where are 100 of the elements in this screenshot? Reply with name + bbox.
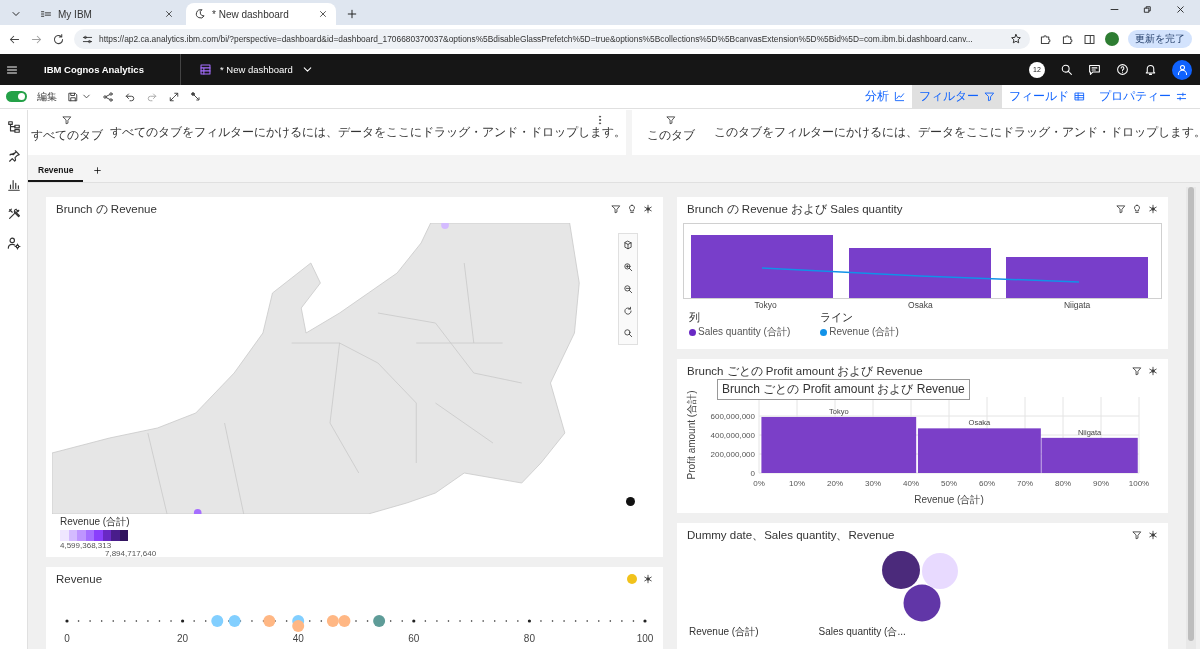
- x-tick-label: 50%: [941, 479, 957, 488]
- widget-title: Brunch の Revenue および Sales quantity: [687, 201, 904, 217]
- filter-icon[interactable]: [1116, 204, 1126, 214]
- filter-icon[interactable]: [1132, 366, 1142, 376]
- asterisk-icon[interactable]: [643, 204, 653, 214]
- undo-icon[interactable]: [124, 90, 136, 103]
- close-icon[interactable]: [318, 9, 328, 19]
- widget-title: Brunch ごとの Profit amount および Revenue: [687, 363, 924, 379]
- panel-tab[interactable]: フィールド: [1002, 85, 1092, 108]
- tools-icon[interactable]: [6, 207, 21, 221]
- new-tab-icon[interactable]: [346, 8, 358, 20]
- filter-scope: すべてのタブ: [31, 127, 103, 144]
- widget-title: Brunch の Revenue: [56, 201, 158, 217]
- save-icon[interactable]: [67, 90, 79, 103]
- reset-icon[interactable]: [623, 306, 633, 316]
- update-button[interactable]: 更新を完了: [1128, 30, 1192, 48]
- lightbulb-icon[interactable]: [1132, 204, 1142, 214]
- side-panel-icon[interactable]: [1083, 32, 1096, 46]
- combo-chart-drawing[interactable]: [683, 223, 1162, 299]
- filter-drop-zone[interactable]: このタブ このタブをフィルターにかけるには、データをここにドラッグ・アンド・ドロップします。: [632, 110, 1200, 155]
- search-icon[interactable]: [623, 328, 633, 338]
- axis-label: 40: [292, 633, 304, 644]
- filter-hint: すべてのタブをフィルターにかけるには、データをここにドラッグ・アンド・ドロップします。: [109, 124, 626, 141]
- user-avatar[interactable]: [1172, 59, 1192, 80]
- axis-label: 20: [177, 633, 189, 644]
- dashboard-icon: [198, 63, 212, 76]
- profile-avatar[interactable]: [1105, 32, 1119, 46]
- browser-tab[interactable]: My IBM: [32, 3, 182, 25]
- close-icon[interactable]: [1175, 4, 1186, 15]
- asterisk-icon[interactable]: [643, 574, 653, 584]
- browser-tab[interactable]: * New dashboard: [186, 3, 336, 25]
- x-tick-label: 100%: [1128, 479, 1150, 488]
- search-icon[interactable]: [1060, 63, 1073, 76]
- widget-title: Revenue: [56, 573, 104, 585]
- x-tick-label: 70%: [1017, 479, 1033, 488]
- legend-label: Revenue (合計): [689, 625, 759, 639]
- asterisk-icon[interactable]: [1148, 366, 1158, 376]
- dashboard-title[interactable]: * New dashboard: [219, 64, 293, 75]
- extension-icon[interactable]: [1039, 32, 1052, 46]
- bell-icon[interactable]: [1144, 63, 1157, 76]
- menu-icon[interactable]: [6, 63, 18, 76]
- legend-item[interactable]: Revenue (合計): [820, 325, 899, 339]
- panel-tab[interactable]: フィルター: [912, 85, 1002, 108]
- filter-scope: このタブ: [647, 127, 695, 144]
- x-axis-title: Revenue (合計): [914, 494, 984, 505]
- edit-toggle[interactable]: [6, 91, 27, 102]
- tooltip: Brunch ごとの Profit amount および Revenue: [717, 379, 970, 400]
- bar[interactable]: [761, 416, 917, 473]
- scrollbar[interactable]: [1186, 187, 1196, 649]
- add-tab-icon[interactable]: [93, 166, 103, 175]
- restore-icon[interactable]: [1142, 4, 1153, 15]
- y-axis-title: Profit amount (合計): [686, 390, 697, 480]
- site-settings-icon[interactable]: [82, 33, 93, 45]
- x-tick-label: 60%: [979, 479, 995, 488]
- filter-hint: このタブをフィルターにかけるには、データをここにドラッグ・アンド・ドロップします。: [713, 124, 1200, 141]
- chart-icon: [894, 91, 905, 102]
- legend-heading: 列: [689, 311, 701, 325]
- x-tick-label: 0%: [753, 479, 765, 488]
- share-icon[interactable]: [102, 90, 114, 103]
- help-icon[interactable]: [1116, 63, 1129, 76]
- filter-drop-zone[interactable]: すべてのタブ すべてのタブをフィルターにかけるには、データをここにドラッグ・アンド・ドロップします。: [28, 110, 626, 155]
- bar-chart-icon[interactable]: [6, 178, 21, 192]
- bubble-chart-drawing[interactable]: [881, 551, 961, 623]
- filter-icon[interactable]: [1132, 530, 1142, 540]
- lightbulb-icon[interactable]: [627, 204, 637, 214]
- axis-label: 80: [523, 633, 535, 644]
- bar[interactable]: [1041, 437, 1138, 473]
- x-tick-label: 90%: [1093, 479, 1109, 488]
- expand-icon[interactable]: [168, 90, 180, 103]
- reload-icon[interactable]: [52, 32, 65, 46]
- address-bar[interactable]: https://ap2.ca.analytics.ibm.com/bi/?perspective=dashboard&id=dashboard_1706680370037&options%5BdisableGlassPrefetch%5D=true&options%5Bcollections%5D%5BcanvasExtension%5D%5Bid%5D=com.ibm.bi.dashboard.canv...: [74, 29, 1030, 49]
- legend-heading: ライン: [820, 311, 855, 325]
- zoom-out-icon[interactable]: [623, 284, 633, 294]
- y-tick-label: 600,000,000: [710, 412, 755, 421]
- filter-icon[interactable]: [611, 204, 621, 214]
- user-settings-icon[interactable]: [6, 236, 21, 250]
- edit-label: 編集: [37, 89, 57, 104]
- zoom-in-icon[interactable]: [623, 262, 633, 272]
- panel-tab[interactable]: プロパティー: [1092, 85, 1194, 108]
- user-icon: [1175, 63, 1189, 76]
- asterisk-icon[interactable]: [1148, 204, 1158, 214]
- hierarchy-icon[interactable]: [6, 120, 21, 134]
- legend-min: 4,599,368,313: [60, 542, 113, 551]
- info-icon[interactable]: [626, 497, 635, 506]
- category-label: Osaka: [908, 300, 933, 310]
- legend-item[interactable]: Sales quantity (合計): [689, 325, 791, 339]
- category-label: Niigata: [1063, 300, 1091, 310]
- dot-strip-drawing[interactable]: [211, 615, 386, 632]
- cube-icon[interactable]: [623, 240, 633, 250]
- x-tick-label: 30%: [865, 479, 881, 488]
- star-icon[interactable]: [1010, 33, 1022, 45]
- axis-label: 60: [408, 633, 420, 644]
- chat-icon[interactable]: [1088, 63, 1101, 76]
- close-icon[interactable]: [164, 9, 174, 19]
- asterisk-icon[interactable]: [1148, 530, 1158, 540]
- x-tick-label: 10%: [789, 479, 805, 488]
- extension-icon[interactable]: [1061, 32, 1074, 46]
- x-tick-label: 20%: [827, 479, 843, 488]
- panel-tab[interactable]: 分析: [858, 85, 912, 108]
- x-tick-label: 80%: [1055, 479, 1071, 488]
